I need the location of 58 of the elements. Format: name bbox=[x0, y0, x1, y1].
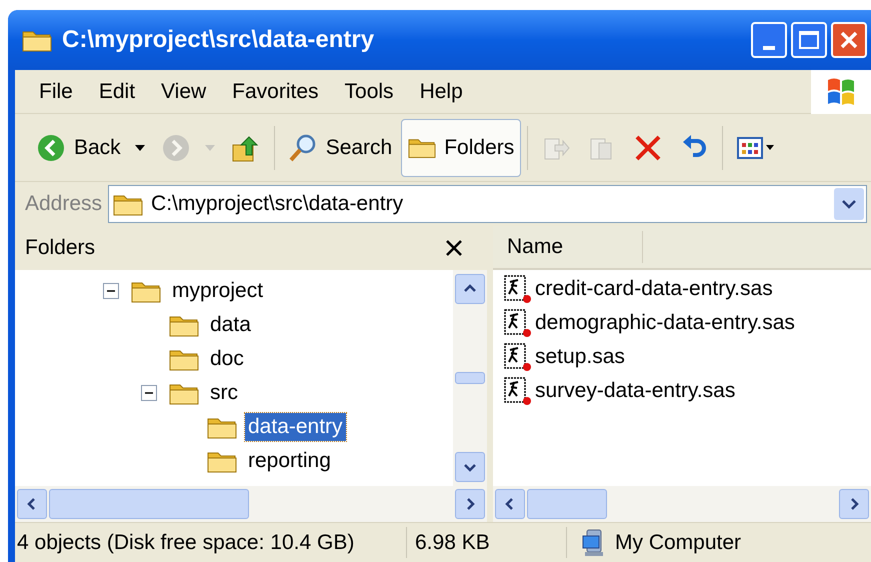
scroll-right-button[interactable] bbox=[455, 489, 485, 519]
delete-icon bbox=[633, 132, 664, 162]
close-icon[interactable] bbox=[445, 239, 463, 257]
address-label: Address bbox=[25, 191, 102, 218]
pane-title: Folders bbox=[25, 235, 96, 262]
file-name[interactable]: demographic-data-entry.sas bbox=[535, 307, 795, 339]
address-dropdown-button[interactable] bbox=[834, 188, 864, 220]
minimize-button[interactable] bbox=[751, 22, 787, 58]
search-button[interactable]: Search bbox=[280, 118, 400, 176]
menu-item[interactable]: Favorites bbox=[220, 76, 331, 108]
file-name[interactable]: survey-data-entry.sas bbox=[535, 375, 736, 407]
folders-button[interactable]: Folders bbox=[401, 118, 522, 176]
scroll-up-button[interactable] bbox=[455, 274, 485, 304]
tree-item[interactable]: doc bbox=[207, 345, 247, 373]
horizontal-scrollbar[interactable] bbox=[15, 486, 487, 522]
tree-item[interactable]: data bbox=[207, 311, 254, 339]
tree-item[interactable]: reporting bbox=[245, 447, 334, 475]
tree-item[interactable]: data-entry bbox=[245, 413, 346, 441]
search-icon bbox=[288, 132, 318, 162]
maximize-button[interactable] bbox=[791, 22, 827, 58]
back-button[interactable]: Back bbox=[29, 118, 152, 176]
scroll-left-button[interactable] bbox=[495, 489, 525, 519]
maximize-icon bbox=[799, 31, 819, 49]
status-text: My Computer bbox=[615, 530, 742, 556]
scroll-thumb[interactable] bbox=[455, 372, 485, 384]
scroll-thumb[interactable] bbox=[527, 489, 607, 519]
minimize-icon bbox=[763, 46, 775, 50]
menu-item[interactable]: Tools bbox=[332, 76, 406, 108]
status-text: 6.98 KB bbox=[407, 526, 567, 558]
file-name[interactable]: setup.sas bbox=[535, 341, 625, 373]
scroll-thumb[interactable] bbox=[49, 489, 249, 519]
close-button[interactable] bbox=[831, 22, 867, 58]
vertical-scrollbar[interactable] bbox=[453, 270, 487, 486]
dropdown-caret-icon bbox=[204, 144, 215, 150]
scroll-down-button[interactable] bbox=[455, 452, 485, 482]
sas-file-icon bbox=[503, 308, 533, 338]
menu-item[interactable]: Help bbox=[408, 76, 475, 108]
sas-file-icon bbox=[503, 376, 533, 406]
menu-item[interactable]: View bbox=[149, 76, 218, 108]
window-title: C:\myproject\src\data-entry bbox=[62, 25, 374, 55]
file-name[interactable]: credit-card-data-entry.sas bbox=[535, 273, 773, 305]
sas-file-icon bbox=[503, 274, 533, 304]
windows-logo-icon bbox=[825, 76, 857, 108]
status-text: 4 objects (Disk free space: 10.4 GB) bbox=[15, 526, 407, 558]
scroll-left-button[interactable] bbox=[17, 489, 47, 519]
menu-item[interactable]: File bbox=[27, 76, 85, 108]
collapse-box-icon[interactable] bbox=[103, 283, 119, 299]
tree-item[interactable]: myproject bbox=[169, 277, 266, 305]
tree-item[interactable]: src bbox=[207, 379, 241, 407]
address-field[interactable]: C:\myproject\src\data-entry bbox=[108, 185, 867, 223]
menu-item[interactable]: Edit bbox=[86, 76, 148, 108]
dropdown-caret-icon bbox=[134, 144, 145, 150]
collapse-box-icon[interactable] bbox=[141, 385, 157, 401]
close-icon bbox=[839, 30, 859, 50]
sas-file-icon bbox=[503, 342, 533, 372]
horizontal-scrollbar[interactable] bbox=[493, 486, 871, 522]
scroll-right-button[interactable] bbox=[839, 489, 869, 519]
dropdown-caret-icon bbox=[841, 199, 857, 209]
